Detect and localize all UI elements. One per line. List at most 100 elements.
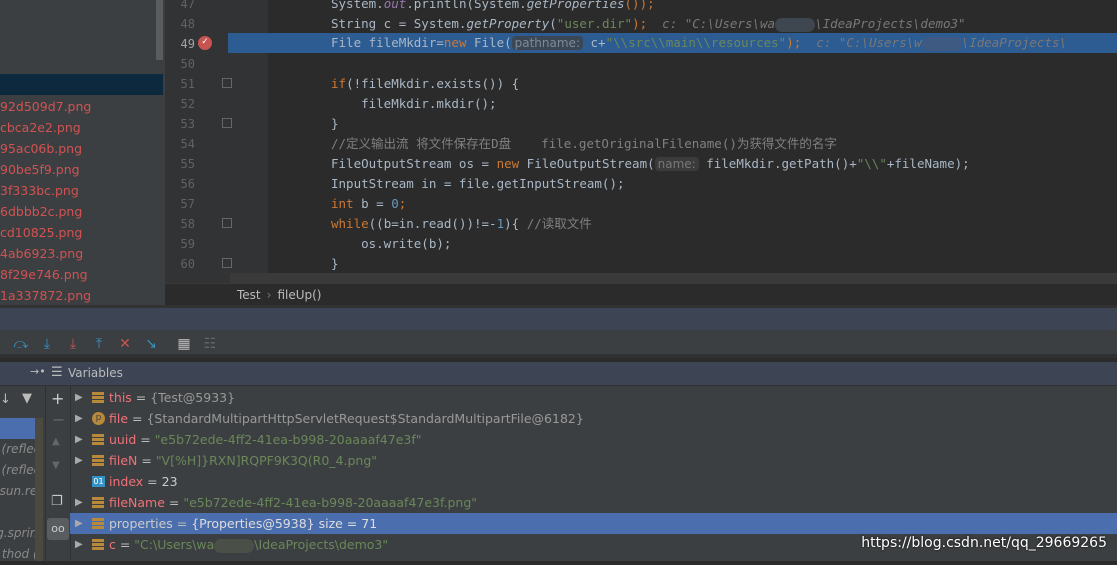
step-over-icon[interactable]: ⤼ — [12, 335, 30, 353]
variable-row[interactable]: ▶ p file = {StandardMultipartHttpServletRe… — [70, 408, 1117, 429]
code-line-51[interactable]: if(!fileMkdir.exists()) { — [331, 74, 519, 94]
project-scrollbar[interactable] — [156, 0, 163, 60]
line-number: 51 — [180, 77, 195, 91]
pin-icon[interactable]: →• — [30, 365, 46, 378]
project-file[interactable]: 95ac06b.png — [0, 138, 82, 159]
step-out-icon[interactable]: ⤒ — [90, 335, 108, 353]
equals: = — [143, 474, 162, 489]
fold-icon[interactable] — [222, 258, 232, 268]
watermark: https://blog.csdn.net/qq_29669265 — [861, 535, 1107, 551]
code-line-58[interactable]: while((b=in.read())!=-1){ //读取文件 — [331, 214, 592, 234]
project-file[interactable]: 92d509d7.png — [0, 96, 91, 117]
field-icon — [92, 392, 104, 403]
code-line-56[interactable]: InputStream in = file.getInputStream(); — [331, 174, 625, 194]
equals: = — [128, 411, 147, 426]
project-file[interactable]: cbca2e2.png — [0, 117, 81, 138]
frames-scrollbar[interactable] — [35, 418, 43, 561]
code-line-53[interactable]: } — [331, 114, 339, 134]
equals: = — [172, 516, 192, 531]
editor-scroll-edge — [230, 273, 1117, 283]
breadcrumb-method[interactable]: fileUp() — [277, 288, 321, 302]
project-file[interactable]: 3f333bc.png — [0, 180, 79, 201]
code-line-47[interactable]: System.out.println(System.getProperties(… — [331, 0, 655, 14]
move-down-icon[interactable]: ▼ — [52, 460, 60, 471]
remove-watch-icon[interactable]: − — [52, 410, 65, 429]
code-line-57[interactable]: int b = 0; — [331, 194, 406, 214]
watches-toggle-icon[interactable]: oo — [47, 518, 69, 540]
variable-row[interactable]: ▶ this = {Test@5933} — [70, 387, 1117, 408]
equals: = — [136, 432, 155, 447]
code-line-59[interactable]: os.write(b); — [331, 234, 451, 254]
line-number: 59 — [180, 237, 195, 251]
expand-icon[interactable]: ▶ — [75, 387, 83, 408]
code-line-60[interactable]: } — [331, 254, 339, 274]
variables-header: →• ☰ Variables — [0, 362, 1117, 386]
evaluate-expression-icon[interactable]: ▦ — [175, 335, 193, 353]
redacted-text — [775, 17, 816, 32]
filter-icon[interactable]: ▼ — [22, 391, 32, 406]
variable-value: "e5b72ede-4ff2-41ea-b998-20aaaaf47e3f" — [154, 432, 422, 447]
variable-name-text: index — [109, 474, 144, 489]
field-icon — [92, 518, 104, 529]
project-file[interactable]: 4ab6923.png — [0, 243, 83, 264]
variable-row[interactable]: 01 index = 23 — [70, 471, 1117, 492]
code-line-55[interactable]: FileOutputStream os = new FileOutputStre… — [331, 154, 970, 174]
field-icon — [92, 434, 104, 445]
variable-name-text: fileName — [109, 495, 165, 510]
variable-row[interactable]: ▶ fileName = "e5b72ede-4ff2-41ea-b998-20a… — [70, 492, 1117, 513]
code-line-49[interactable]: File fileMkdir=new File(pathname: c+"\\s… — [331, 33, 1067, 53]
variable-name: file = {StandardMultipartHttpServletRequ… — [109, 408, 584, 429]
breadcrumb-separator: › — [266, 288, 272, 302]
redacted-text — [921, 36, 962, 51]
add-watch-icon[interactable]: + — [51, 389, 64, 408]
line-number: 49 — [180, 37, 195, 51]
trace-icon[interactable]: ☷ — [201, 335, 219, 353]
project-file[interactable]: 6dbbb2c.png — [0, 201, 82, 222]
list-icon: ☰ — [51, 365, 63, 380]
code-line-52[interactable]: fileMkdir.mkdir(); — [331, 94, 496, 114]
expand-icon[interactable]: ▶ — [75, 492, 83, 513]
expand-icon[interactable]: ▶ — [75, 408, 83, 429]
breakpoint-icon[interactable]: ✓ — [198, 36, 212, 50]
drop-frame-icon[interactable]: ✕ — [116, 335, 134, 353]
step-into-icon[interactable]: ⤓ — [38, 335, 56, 353]
copy-icon[interactable]: ❐ — [51, 494, 63, 509]
breadcrumb: Test › fileUp() — [165, 283, 1117, 305]
project-file[interactable]: cd10825.png — [0, 222, 82, 243]
project-file[interactable]: 1a337872.png — [0, 285, 91, 306]
equals: = — [115, 537, 135, 552]
code-line-54[interactable]: //定义输出流 将文件保存在D盘 file.getOriginalFilenam… — [331, 134, 837, 154]
variable-row[interactable]: ▶ uuid = "e5b72ede-4ff2-41ea-b998-20aaaaf… — [70, 429, 1117, 450]
variables-title: Variables — [68, 366, 123, 380]
code-line-48[interactable]: String c = System.getProperty("user.dir"… — [331, 14, 966, 34]
line-number: 56 — [180, 177, 195, 191]
variable-row[interactable]: ▶ properties = {Properties@5938} size = 7… — [70, 513, 1117, 534]
project-file[interactable]: 90be5f9.png — [0, 159, 80, 180]
expand-icon[interactable]: ▶ — [75, 429, 83, 450]
line-number: 50 — [180, 57, 195, 71]
fold-icon[interactable] — [222, 218, 232, 228]
variable-name: index = 23 — [109, 471, 178, 492]
variable-name: this = {Test@5933} — [109, 387, 235, 408]
expand-icon[interactable]: ▶ — [75, 534, 83, 555]
breadcrumb-class[interactable]: Test — [237, 288, 261, 302]
project-file[interactable]: 8f29e746.png — [0, 264, 88, 285]
variable-row[interactable]: ▶ fileN = "V[%H]}RXN]RQPF9K3Q(R0_4.png" — [70, 450, 1117, 471]
line-number: 52 — [180, 97, 195, 111]
variable-name: fileName = "e5b72ede-4ff2-41ea-b998-20aa… — [109, 492, 477, 513]
arrow-down-icon[interactable]: ↓ — [0, 392, 11, 407]
line-number: 57 — [180, 197, 195, 211]
force-step-into-icon[interactable]: ⤓ — [64, 335, 82, 353]
fold-icon[interactable] — [222, 78, 232, 88]
variable-name: c = "C:\Users\wa \IdeaProjects\demo3" — [109, 534, 388, 555]
move-up-icon[interactable]: ▲ — [52, 436, 60, 447]
line-number: 55 — [180, 157, 195, 171]
selected-project-row[interactable] — [0, 74, 163, 95]
fold-icon[interactable] — [222, 118, 232, 128]
expand-icon[interactable]: ▶ — [75, 450, 83, 471]
parameter-hint: name: — [654, 157, 699, 171]
run-to-cursor-icon[interactable]: ↘ — [142, 335, 160, 353]
variable-value: "e5b72ede-4ff2-41ea-b998-20aaaaf47e3f.pn… — [183, 495, 478, 510]
expand-icon[interactable]: ▶ — [75, 513, 83, 534]
equals: = — [131, 390, 151, 405]
